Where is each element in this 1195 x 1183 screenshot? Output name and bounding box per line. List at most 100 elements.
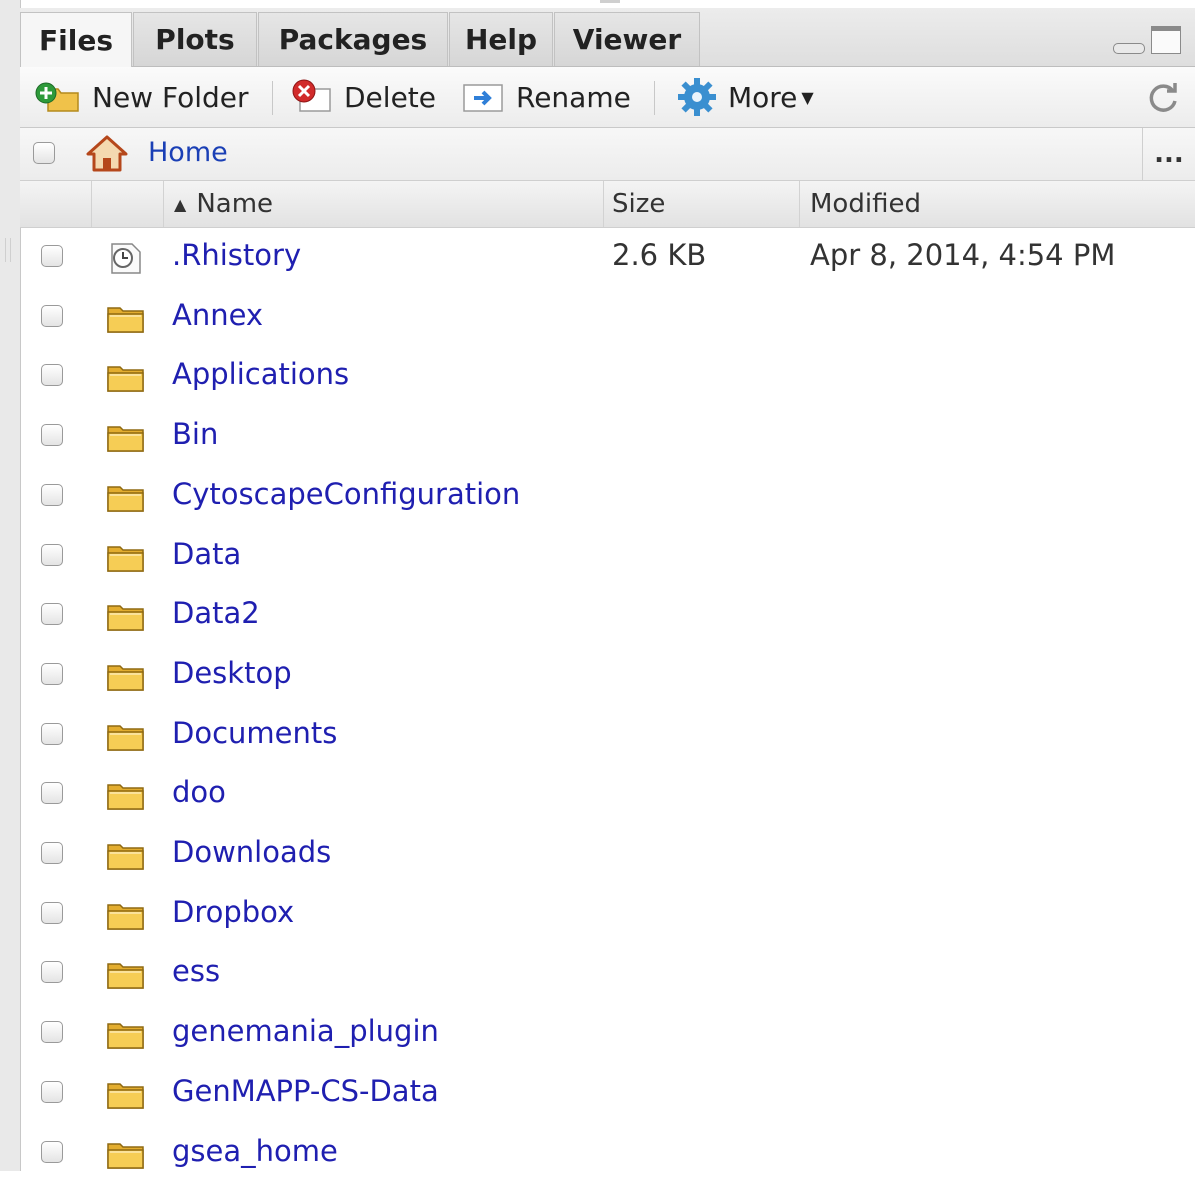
file-name-link[interactable]: Documents — [172, 716, 337, 750]
column-header-modified[interactable]: Modified — [800, 181, 1195, 227]
file-row[interactable]: Data — [20, 527, 1195, 587]
row-checkbox[interactable] — [41, 305, 63, 327]
column-header-size[interactable]: Size — [604, 181, 800, 227]
tab-help[interactable]: Help — [449, 12, 553, 66]
tab-bar: Files Plots Packages Help Viewer — [20, 8, 1195, 67]
file-row[interactable]: Desktop — [20, 646, 1195, 706]
row-checkbox[interactable] — [41, 1021, 63, 1043]
row-checkbox[interactable] — [41, 603, 63, 625]
file-size: 2.6 KB — [612, 238, 706, 272]
file-row[interactable]: Bin — [20, 407, 1195, 467]
more-menu-button[interactable]: More ▼ — [676, 67, 814, 127]
tab-viewer[interactable]: Viewer — [554, 12, 700, 66]
folder-icon — [106, 361, 146, 393]
file-name-link[interactable]: doo — [172, 775, 226, 809]
file-row[interactable]: Applications — [20, 347, 1195, 407]
tab-packages[interactable]: Packages — [258, 12, 448, 66]
minimize-icon[interactable] — [1113, 43, 1145, 54]
file-name-link[interactable]: genemania_plugin — [172, 1014, 439, 1048]
folder-icon — [106, 720, 146, 752]
delete-icon — [290, 79, 334, 115]
new-folder-button[interactable]: New Folder — [34, 67, 249, 127]
file-name-link[interactable]: Desktop — [172, 656, 292, 690]
file-row[interactable]: Dropbox — [20, 885, 1195, 945]
file-name-link[interactable]: gsea_home — [172, 1134, 338, 1168]
row-checkbox[interactable] — [41, 484, 63, 506]
file-name-link[interactable]: Bin — [172, 417, 218, 451]
row-checkbox[interactable] — [41, 902, 63, 924]
file-row[interactable]: Annex — [20, 288, 1195, 348]
row-checkbox[interactable] — [41, 1141, 63, 1163]
rename-label: Rename — [516, 81, 631, 114]
delete-label: Delete — [344, 81, 436, 114]
select-all-checkbox[interactable] — [33, 142, 55, 164]
file-row[interactable]: doo — [20, 765, 1195, 825]
go-to-directory-button[interactable]: ... — [1142, 128, 1195, 180]
refresh-button[interactable] — [1145, 79, 1181, 119]
file-row[interactable]: ess — [20, 944, 1195, 1004]
file-row[interactable]: Documents — [20, 706, 1195, 766]
tab-plots[interactable]: Plots — [133, 12, 257, 66]
folder-icon — [106, 779, 146, 811]
file-list: .Rhistory2.6 KBApr 8, 2014, 4:54 PMAnnex… — [20, 228, 1195, 1171]
row-checkbox[interactable] — [41, 424, 63, 446]
file-name-link[interactable]: Annex — [172, 298, 263, 332]
folder-icon — [106, 541, 146, 573]
column-size-label: Size — [612, 189, 665, 219]
history-file-icon — [106, 242, 146, 274]
column-header-name[interactable]: ▲ Name — [164, 181, 604, 227]
row-checkbox[interactable] — [41, 782, 63, 804]
file-row[interactable]: gsea_home — [20, 1124, 1195, 1183]
refresh-icon — [1145, 79, 1181, 115]
breadcrumb-home[interactable]: Home — [148, 137, 228, 168]
rename-button[interactable]: Rename — [462, 67, 631, 127]
file-name-link[interactable]: Applications — [172, 357, 349, 391]
row-checkbox[interactable] — [41, 663, 63, 685]
row-checkbox[interactable] — [41, 961, 63, 983]
folder-icon — [106, 302, 146, 334]
file-row[interactable]: genemania_plugin — [20, 1004, 1195, 1064]
top-splitter-grip[interactable] — [600, 0, 620, 3]
file-name-link[interactable]: Data2 — [172, 596, 260, 630]
file-name-link[interactable]: .Rhistory — [172, 238, 301, 272]
file-name-link[interactable]: Dropbox — [172, 895, 294, 929]
chevron-down-icon: ▼ — [801, 88, 813, 107]
folder-icon — [106, 899, 146, 931]
file-name-link[interactable]: GenMAPP-CS-Data — [172, 1074, 439, 1108]
file-row[interactable]: Data2 — [20, 586, 1195, 646]
file-row[interactable]: Downloads — [20, 825, 1195, 885]
home-icon[interactable] — [84, 134, 130, 172]
tab-files[interactable]: Files — [20, 12, 132, 68]
row-checkbox[interactable] — [41, 723, 63, 745]
sort-ascending-icon: ▲ — [174, 195, 186, 214]
row-checkbox[interactable] — [41, 842, 63, 864]
file-row[interactable]: CytoscapeConfiguration — [20, 467, 1195, 527]
folder-icon — [106, 1078, 146, 1110]
splitter-grip[interactable] — [5, 238, 11, 262]
row-checkbox[interactable] — [41, 245, 63, 267]
folder-icon — [106, 660, 146, 692]
folder-icon — [106, 839, 146, 871]
folder-icon — [106, 1018, 146, 1050]
file-name-link[interactable]: Data — [172, 537, 241, 571]
new-folder-label: New Folder — [92, 81, 249, 114]
column-header-check — [20, 181, 92, 227]
delete-button[interactable]: Delete — [290, 67, 436, 127]
folder-icon — [106, 1138, 146, 1170]
gear-icon — [676, 76, 718, 118]
row-checkbox[interactable] — [41, 1081, 63, 1103]
maximize-icon[interactable] — [1151, 26, 1181, 54]
column-name-label: Name — [196, 189, 273, 219]
row-checkbox[interactable] — [41, 544, 63, 566]
folder-icon — [106, 421, 146, 453]
file-name-link[interactable]: ess — [172, 954, 220, 988]
file-row[interactable]: GenMAPP-CS-Data — [20, 1064, 1195, 1124]
file-row[interactable]: .Rhistory2.6 KBApr 8, 2014, 4:54 PM — [20, 228, 1195, 288]
column-header-icon — [92, 181, 164, 227]
rename-icon — [462, 81, 506, 113]
row-checkbox[interactable] — [41, 364, 63, 386]
pane-splitter[interactable] — [0, 0, 21, 1171]
file-name-link[interactable]: CytoscapeConfiguration — [172, 477, 520, 511]
file-name-link[interactable]: Downloads — [172, 835, 331, 869]
more-label: More — [728, 81, 797, 114]
